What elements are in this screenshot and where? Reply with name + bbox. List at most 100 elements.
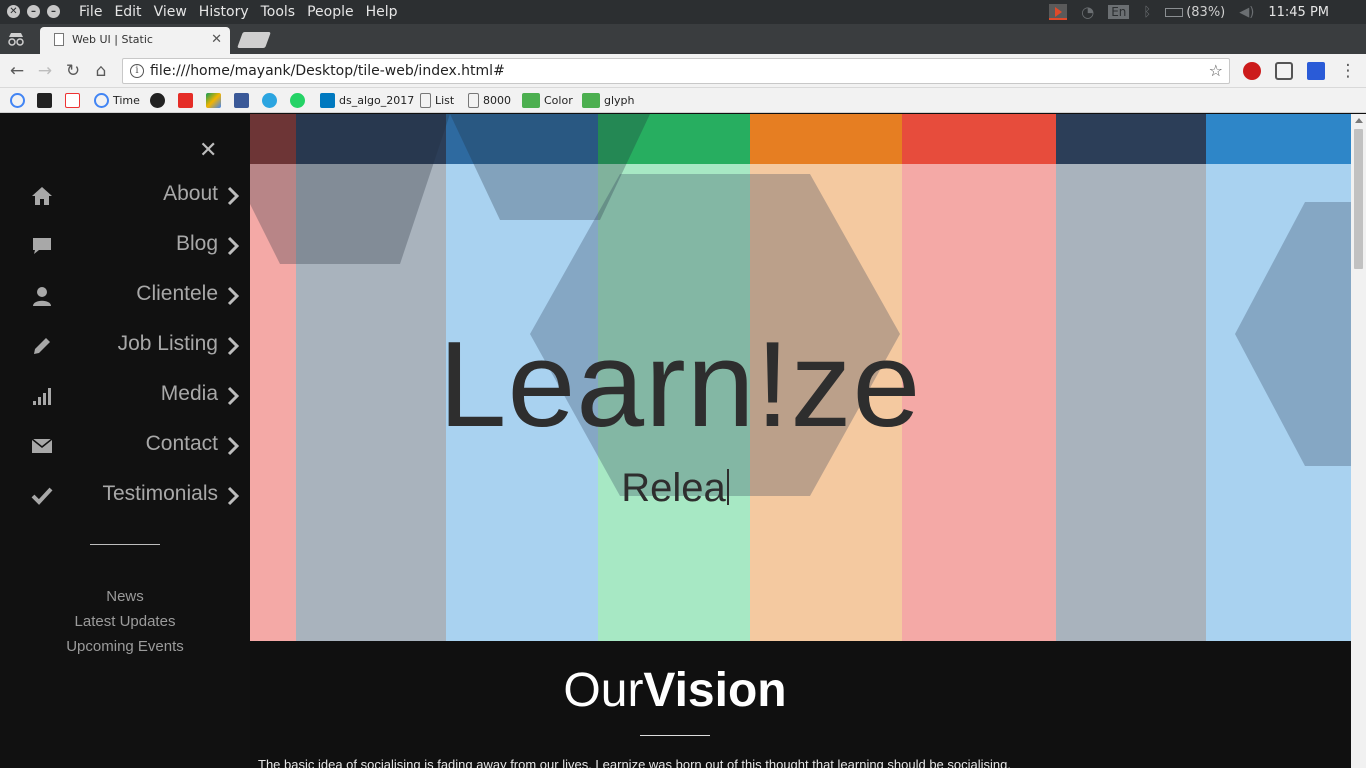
typing-cursor xyxy=(726,469,729,505)
scrollbar-thumb[interactable] xyxy=(1354,129,1363,269)
sidebar-item-job-listing[interactable]: Job Listing xyxy=(0,326,250,366)
bookmark-drive[interactable] xyxy=(206,92,225,109)
close-icon: ✕ xyxy=(9,6,18,17)
tab-close-icon[interactable]: ✕ xyxy=(211,32,222,47)
os-top-bar: ✕ – – File Edit View History Tools Peopl… xyxy=(0,0,1366,24)
page-scrollbar[interactable] xyxy=(1351,114,1366,768)
bookmark-label: glyph xyxy=(604,94,635,107)
bookmark-google[interactable] xyxy=(10,92,29,109)
chevron-right-icon xyxy=(227,336,240,356)
bookmark-color[interactable]: Color xyxy=(522,92,573,109)
backpack-icon xyxy=(65,93,80,108)
sidebar-item-label: Testimonials xyxy=(102,482,218,505)
chevron-right-icon xyxy=(227,286,240,306)
sidebar-item-label: Contact xyxy=(145,432,218,455)
forward-button[interactable]: → xyxy=(34,60,56,82)
sidebar-link-upcoming-events[interactable]: Upcoming Events xyxy=(0,638,250,655)
menu-people[interactable]: People xyxy=(301,3,360,21)
battery-icon[interactable] xyxy=(1165,7,1184,17)
sidebar-item-media[interactable]: Media xyxy=(0,376,250,416)
bookmark-8000[interactable]: 8000 xyxy=(468,92,511,109)
bookmark-telegram[interactable] xyxy=(262,92,281,109)
home-button[interactable]: ⌂ xyxy=(90,60,112,82)
tab-title: Web UI | Static xyxy=(72,33,153,46)
check-icon xyxy=(31,487,53,505)
menu-tools[interactable]: Tools xyxy=(255,3,302,21)
bookmark-ds-algo[interactable]: ds_algo_2017 xyxy=(320,92,414,109)
home-icon xyxy=(32,187,52,205)
menu-view[interactable]: View xyxy=(148,3,193,21)
sidebar-item-about[interactable]: About xyxy=(0,176,250,216)
bookmark-label: Time xyxy=(113,94,140,107)
system-tray: ◔ En ᛒ (83%) ◀) 11:45 PM xyxy=(1049,0,1366,24)
chevron-right-icon xyxy=(227,236,240,256)
window-maximize-button[interactable]: – xyxy=(47,5,60,18)
sidebar-item-label: About xyxy=(163,182,218,205)
keyboard-layout-indicator[interactable]: En xyxy=(1108,5,1130,19)
bookmark-youtube[interactable] xyxy=(178,92,197,109)
envelope-icon xyxy=(31,438,53,453)
hexagon-decoration xyxy=(250,114,450,264)
chevron-right-icon xyxy=(227,436,240,456)
wifi-icon[interactable]: ◔ xyxy=(1081,3,1094,21)
reload-button[interactable]: ↻ xyxy=(62,60,84,82)
sidebar-item-blog[interactable]: Blog xyxy=(0,226,250,266)
youtube-icon xyxy=(178,93,193,108)
sidebar-close-icon[interactable]: ✕ xyxy=(199,138,217,163)
sidebar-link-latest-updates[interactable]: Latest Updates xyxy=(0,613,250,630)
bookmark-facebook[interactable] xyxy=(234,92,253,109)
bookmark-github[interactable] xyxy=(150,92,169,109)
hero-stripe-band xyxy=(1206,114,1351,164)
sidebar-item-testimonials[interactable]: Testimonials xyxy=(0,476,250,516)
w3-icon xyxy=(522,93,540,108)
window-close-button[interactable]: ✕ xyxy=(7,5,20,18)
new-tab-button[interactable] xyxy=(237,32,271,48)
info-icon[interactable]: i xyxy=(130,64,144,78)
opera-extension-icon[interactable] xyxy=(1243,62,1261,80)
sidebar-item-clientele[interactable]: Clientele xyxy=(0,276,250,316)
vision-title-light: Our xyxy=(563,664,644,717)
volume-icon[interactable]: ◀) xyxy=(1239,5,1254,20)
extension-icon[interactable] xyxy=(1307,62,1325,80)
bookmark-backpack[interactable] xyxy=(65,92,84,109)
file-icon xyxy=(54,33,64,46)
menu-help[interactable]: Help xyxy=(360,3,404,21)
menu-file[interactable]: File xyxy=(73,3,108,21)
hero-stripe-band xyxy=(1056,114,1206,164)
recorder-icon[interactable] xyxy=(1049,4,1068,20)
clock[interactable]: 11:45 PM xyxy=(1268,5,1329,20)
tab-active[interactable]: Web UI | Static ✕ xyxy=(40,27,230,54)
vision-section: OurVision The basic idea of socialising … xyxy=(250,641,1351,768)
sidebar-link-news[interactable]: News xyxy=(0,588,250,605)
browser-menu-icon[interactable]: ⋮ xyxy=(1337,60,1359,82)
vision-divider xyxy=(640,735,710,736)
bookmark-star-icon[interactable]: ☆ xyxy=(1209,61,1223,80)
bookmark-label: List xyxy=(435,94,455,107)
bluetooth-icon[interactable]: ᛒ xyxy=(1143,5,1151,20)
incognito-icon xyxy=(8,33,24,46)
bookmark-time[interactable]: Time xyxy=(94,92,140,109)
sidebar-item-contact[interactable]: Contact xyxy=(0,426,250,466)
bookmark-label: Color xyxy=(544,94,573,107)
window-minimize-button[interactable]: – xyxy=(27,5,40,18)
menu-history[interactable]: History xyxy=(193,3,255,21)
maximize-icon: – xyxy=(51,6,56,17)
bookmark-glyph[interactable]: glyph xyxy=(582,92,635,109)
bookmark-item[interactable] xyxy=(37,92,56,109)
sidebar-item-label: Clientele xyxy=(136,282,218,305)
back-button[interactable]: ← xyxy=(6,60,28,82)
chevron-right-icon xyxy=(227,186,240,206)
hero-banner: Learn!ze Relea xyxy=(250,114,1351,641)
address-bar[interactable]: i file:///home/mayank/Desktop/tile-web/i… xyxy=(122,58,1230,84)
bookmark-list[interactable]: List xyxy=(420,92,454,109)
google-icon xyxy=(10,93,25,108)
url-text[interactable]: file:///home/mayank/Desktop/tile-web/ind… xyxy=(150,63,505,79)
signal-icon xyxy=(33,388,51,405)
menu-edit[interactable]: Edit xyxy=(108,3,147,21)
bookmark-icon xyxy=(37,93,52,108)
scroll-up-icon[interactable] xyxy=(1355,118,1363,123)
bookmark-whatsapp[interactable] xyxy=(290,92,309,109)
minimize-icon: – xyxy=(31,6,36,17)
sidebar-item-label: Blog xyxy=(175,232,218,255)
pocket-extension-icon[interactable] xyxy=(1275,62,1293,80)
